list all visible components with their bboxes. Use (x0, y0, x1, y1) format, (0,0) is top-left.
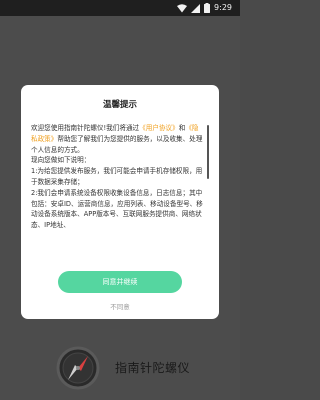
app-name: 指南针陀螺仪 (115, 361, 191, 375)
intro-text-2: 帮助您了解我们为您提供的服务，以及收集、处理个人信息的方式。 (31, 134, 203, 154)
disagree-button[interactable]: 不同意 (21, 301, 219, 311)
item-storage: 1:为给您提供发布服务，我们可能会申请手机存储权限，用于数据采集存储； (31, 167, 203, 186)
intro-paragraph: 欢迎您使用指南针陀螺仪!我们将通过《用户协议》和《隐私政策》帮助您了解我们为您提… (31, 123, 203, 155)
privacy-dialog: 温馨提示 欢迎您使用指南针陀螺仪!我们将通过《用户协议》和《隐私政策》帮助您了解… (21, 85, 219, 319)
user-agreement-link[interactable]: 《用户协议》 (139, 124, 179, 132)
intro-text: 欢迎您使用指南针陀螺仪!我们将通过 (31, 124, 140, 132)
battery-icon (204, 3, 211, 13)
compass-logo-icon (55, 345, 101, 391)
dialog-title: 温馨提示 (102, 100, 137, 110)
status-icons: 9:29 (177, 3, 232, 13)
agree-button[interactable]: 同意并继续 (58, 271, 182, 293)
item-device: 2:我们会申请系统设备权限收集设备信息，日志信息；其中包括：安卓ID、运营商信息… (31, 188, 203, 230)
status-bar: 9:29 (0, 0, 240, 16)
status-time: 9:29 (214, 3, 232, 12)
wifi-icon (177, 3, 188, 13)
dialog-content[interactable]: 欢迎您使用指南针陀螺仪!我们将通过《用户协议》和《隐私政策》帮助您了解我们为您提… (31, 123, 203, 257)
explain-line: 现向您做如下说明： (31, 156, 91, 165)
scrollbar[interactable] (207, 125, 209, 179)
signal-icon (191, 3, 201, 13)
